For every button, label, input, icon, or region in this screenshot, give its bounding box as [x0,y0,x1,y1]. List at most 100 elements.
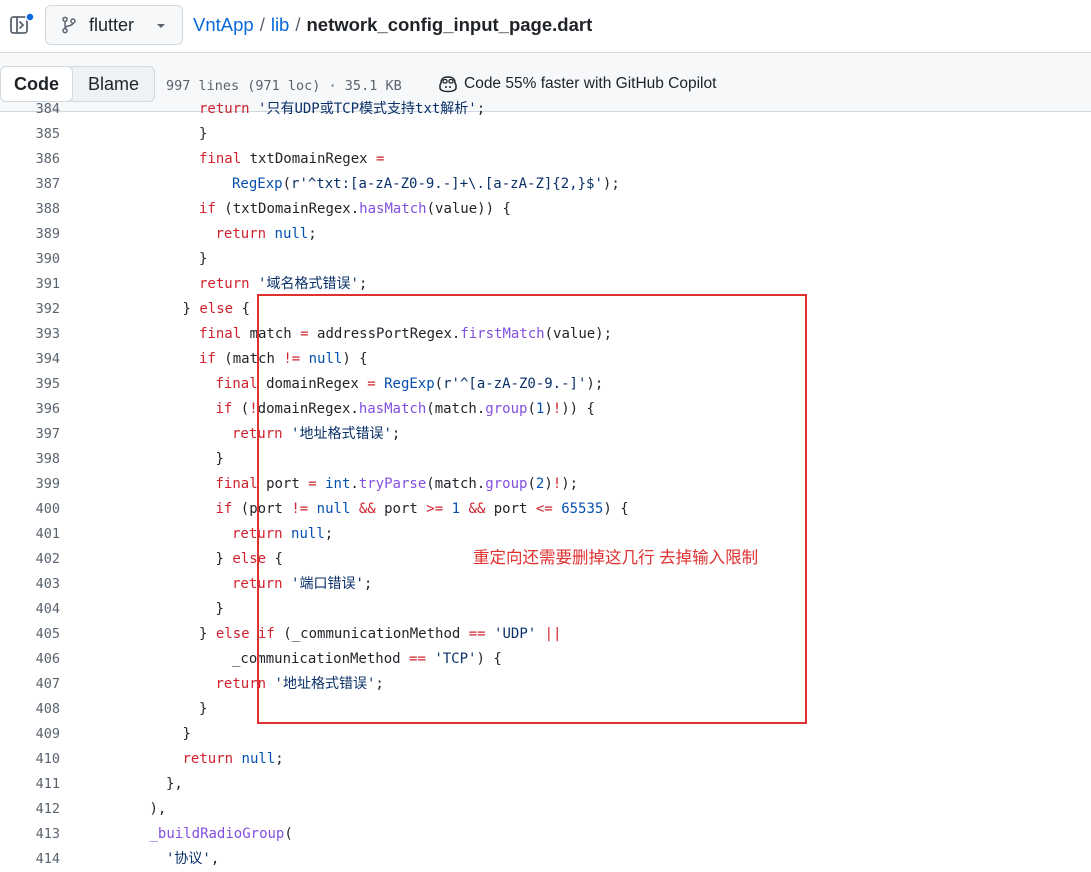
code-token: ), [149,801,167,817]
code-token: , [210,851,220,867]
line-number[interactable]: 402 [0,547,60,572]
branch-selector-button[interactable]: flutter [45,5,183,45]
code-line: 387 RegExp(r'^txt:[a-zA-Z0-9.-]+\.[a-zA-Z… [0,172,1091,197]
line-number[interactable]: 406 [0,647,60,672]
code-token: return [199,276,259,292]
code-token: ; [476,101,486,117]
line-number[interactable]: 413 [0,822,60,847]
line-number[interactable]: 386 [0,147,60,172]
line-source: return '只有UDP或TCP模式支持txt解析'; [199,97,485,122]
line-number[interactable]: 399 [0,472,60,497]
code-token: } [199,126,208,142]
line-number[interactable]: 389 [0,222,60,247]
line-number[interactable]: 400 [0,497,60,522]
line-source: ), [150,797,167,822]
line-number[interactable]: 405 [0,622,60,647]
line-number[interactable]: 392 [0,297,60,322]
code-token: { [241,301,250,317]
blame-tab[interactable]: Blame [73,67,154,101]
copilot-icon [439,76,457,93]
code-token: } [199,701,208,717]
line-number[interactable]: 411 [0,772,60,797]
line-source: if (txtDomainRegex.hasMatch(value)) { [199,197,511,222]
line-number[interactable]: 394 [0,347,60,372]
code-line: 412), [0,797,1091,822]
code-token: return [199,101,259,117]
line-source: _buildRadioGroup( [150,822,293,847]
line-number[interactable]: 401 [0,522,60,547]
line-number[interactable]: 388 [0,197,60,222]
code-token: return [182,751,242,767]
line-source: } [199,697,207,722]
code-token: (txtDomainRegex. [224,201,360,217]
code-line: 385} [0,122,1091,147]
code-token: else [199,301,242,317]
line-number[interactable]: 385 [0,122,60,147]
line-number[interactable]: 387 [0,172,60,197]
code-token: ; [275,751,284,767]
code-token: return [215,226,275,242]
line-source: return null; [216,222,317,247]
code-token: } [199,251,208,267]
line-number[interactable]: 393 [0,322,60,347]
line-number[interactable]: 403 [0,572,60,597]
code-line: 388 if (txtDomainRegex.hasMatch(value)) { [0,197,1091,222]
line-source: RegExp(r'^txt:[a-zA-Z0-9.-]+\.[a-zA-Z]{2… [232,172,620,197]
breadcrumb-dir-link[interactable]: lib [271,14,290,36]
code-token: '域名格式错误' [258,276,359,292]
line-source: return null; [183,747,284,772]
copilot-promo[interactable]: Code 55% faster with GitHub Copilot [438,75,716,93]
line-number[interactable]: 396 [0,397,60,422]
code-token: if [215,501,241,517]
line-number[interactable]: 397 [0,422,60,447]
code-line: 410 return null; [0,747,1091,772]
code-token: final [199,151,250,167]
line-number[interactable]: 390 [0,247,60,272]
line-number[interactable]: 398 [0,447,60,472]
code-token: if [199,351,225,367]
code-token: = [376,151,385,167]
line-number[interactable]: 410 [0,747,60,772]
code-token: } [215,601,224,617]
file-meta: 997 lines (971 loc) · 35.1 KB [166,78,402,94]
line-number[interactable]: 395 [0,372,60,397]
breadcrumb: VntApp / lib / network_config_input_page… [193,14,592,36]
line-number[interactable]: 384 [0,97,60,122]
code-token: }, [166,776,183,792]
line-number[interactable]: 414 [0,847,60,872]
code-token: RegExp [232,176,283,192]
line-source: final txtDomainRegex = [199,147,384,172]
line-source: } [199,247,207,272]
code-line: 386 final txtDomainRegex = [0,147,1091,172]
code-token: if [199,201,225,217]
copilot-promo-text: Code 55% faster with GitHub Copilot [464,75,717,92]
code-token: null [241,751,276,767]
side-panel-icon[interactable] [9,12,35,38]
git-branch-icon [62,16,76,34]
code-token: '协议' [166,851,211,867]
code-token: ; [308,226,317,242]
code-token: if [215,401,241,417]
breadcrumb-separator: / [259,14,265,35]
line-number[interactable]: 404 [0,597,60,622]
code-token: hasMatch [359,201,427,217]
line-source: } else { [183,297,250,322]
line-number[interactable]: 407 [0,672,60,697]
code-token: ( [240,401,250,417]
code-line: 384 return '只有UDP或TCP模式支持txt解析'; [0,97,1091,122]
code-token: null [274,226,309,242]
code-token: txtDomainRegex [249,151,377,167]
code-token: } [215,451,224,467]
code-line: 413 _buildRadioGroup( [0,822,1091,847]
code-line: 411}, [0,772,1091,797]
code-token: ); [602,176,620,192]
line-number[interactable]: 412 [0,797,60,822]
line-source: '协议', [166,847,219,872]
top-bar: flutter VntApp / lib / network_config_in… [0,0,1091,52]
line-source: } [216,447,224,472]
breadcrumb-repo-link[interactable]: VntApp [193,14,254,36]
line-number[interactable]: 391 [0,272,60,297]
annotation-note: 重定向还需要删掉这几行 去掉输入限制 [473,549,759,567]
line-number[interactable]: 409 [0,722,60,747]
line-number[interactable]: 408 [0,697,60,722]
